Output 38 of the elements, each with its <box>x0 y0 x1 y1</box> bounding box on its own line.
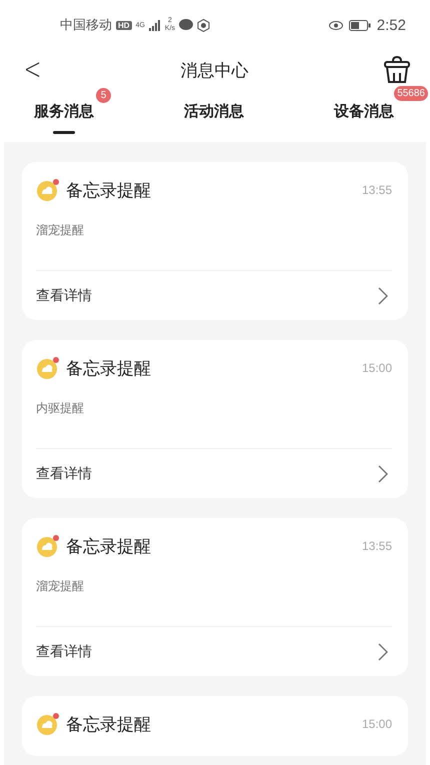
message-title: 备忘录提醒 <box>66 714 152 736</box>
message-title: 备忘录提醒 <box>66 180 152 202</box>
chevron-right-icon <box>378 464 388 482</box>
message-title: 备忘录提醒 <box>66 536 152 558</box>
chevron-right-icon <box>378 642 388 660</box>
message-text: 内驱提醒 <box>36 400 85 417</box>
tab[interactable]: 设备消息 <box>334 90 394 142</box>
trash-button[interactable] <box>384 56 410 84</box>
message-time: 15:00 <box>362 717 392 731</box>
details-link[interactable]: 查看详情 <box>36 270 392 320</box>
hexagon-icon <box>197 18 210 32</box>
count-badge: 5 <box>96 88 111 103</box>
trash-icon <box>384 56 410 84</box>
chat-bubble-icon <box>179 19 194 31</box>
message-text: 溜宠提醒 <box>36 578 85 595</box>
page-title: 消息中心 <box>180 60 249 82</box>
cloud-bell-icon <box>36 534 60 558</box>
message-time: 13:55 <box>362 183 392 197</box>
details-link[interactable]: 查看详情 <box>36 448 392 498</box>
cloud-bell-icon <box>36 178 60 202</box>
carrier-name: 中国移动 <box>60 16 112 34</box>
hd-label: HD <box>116 20 132 30</box>
count-badge: 55686 <box>394 86 428 101</box>
battery-icon <box>348 20 371 30</box>
chevron-right-icon <box>378 286 388 304</box>
details-link[interactable]: 查看详情 <box>36 626 392 676</box>
tab[interactable]: 服务消息 <box>34 90 94 142</box>
eye-icon <box>328 20 343 30</box>
cloud-bell-icon <box>36 356 60 380</box>
cloud-bell-icon <box>36 712 60 736</box>
back-button[interactable]: < <box>24 55 42 85</box>
message-text: 溜宠提醒 <box>36 222 85 239</box>
message-time: 13:55 <box>362 539 392 553</box>
clock-time: 2:52 <box>376 16 406 34</box>
message-time: 15:00 <box>362 361 392 375</box>
message-title: 备忘录提醒 <box>66 358 152 380</box>
tab[interactable]: 活动消息 <box>184 90 244 142</box>
signal-icon <box>148 20 161 30</box>
